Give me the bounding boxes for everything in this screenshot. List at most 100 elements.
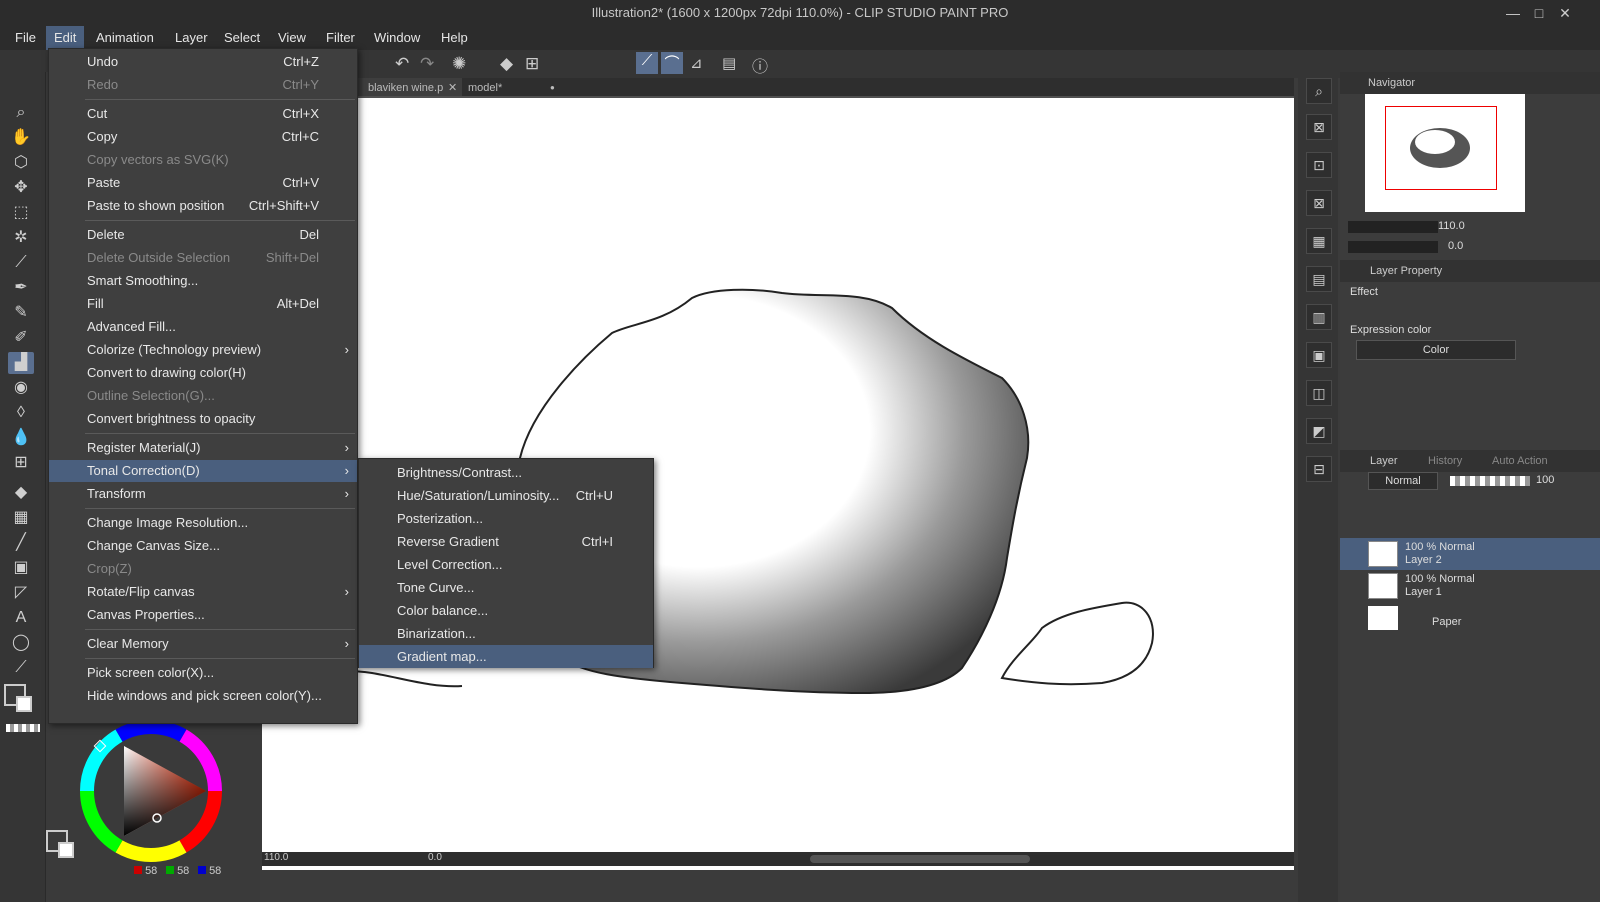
menu-canvas-properties[interactable]: Canvas Properties... bbox=[49, 604, 357, 626]
menu-brightness-contrast[interactable]: Brightness/Contrast... bbox=[359, 461, 653, 484]
eyedropper-icon[interactable]: ⟋ bbox=[8, 252, 34, 274]
menu-edit[interactable]: Edit bbox=[46, 26, 85, 50]
airbrush-icon[interactable]: ▟ bbox=[8, 352, 34, 374]
material-icon-4[interactable]: ▦ bbox=[1306, 228, 1332, 254]
zoom-slider[interactable] bbox=[1348, 221, 1438, 233]
menu-delete-outside[interactable]: Delete Outside Selection Shift+Del bbox=[49, 247, 357, 269]
layer-property-title[interactable]: Layer Property bbox=[1370, 260, 1442, 282]
menu-posterization[interactable]: Posterization... bbox=[359, 507, 653, 530]
pen-icon[interactable]: ✒ bbox=[8, 277, 34, 299]
snap-ruler-icon[interactable]: ⟋ bbox=[636, 52, 658, 74]
close-button[interactable]: ✕ bbox=[1552, 0, 1578, 26]
selection-icon[interactable]: ⬚ bbox=[8, 202, 34, 224]
menu-gradient-map[interactable]: Gradient map... bbox=[359, 645, 653, 668]
menu-delete[interactable]: Delete Del bbox=[49, 224, 357, 246]
material-icon-7[interactable]: ▣ bbox=[1306, 342, 1332, 368]
move-icon[interactable]: ✥ bbox=[8, 177, 34, 199]
menu-change-resolution[interactable]: Change Image Resolution... bbox=[49, 512, 357, 534]
tab-blaviken[interactable]: blaviken wine.p ✕ bbox=[362, 78, 462, 98]
menu-change-canvas-size[interactable]: Change Canvas Size... bbox=[49, 535, 357, 557]
hand-icon[interactable]: ✋ bbox=[8, 127, 34, 149]
menu-undo[interactable]: Undo Ctrl+Z bbox=[49, 51, 357, 73]
tab-model[interactable]: model* ● bbox=[462, 78, 562, 98]
menu-cut[interactable]: Cut Ctrl+X bbox=[49, 103, 357, 125]
maximize-button[interactable]: □ bbox=[1526, 0, 1552, 26]
menu-crop[interactable]: Crop(Z) bbox=[49, 558, 357, 580]
layer-row[interactable]: Paper bbox=[1340, 602, 1600, 634]
menu-hue-saturation[interactable]: Hue/Saturation/Luminosity... Ctrl+U bbox=[359, 484, 653, 507]
menu-colorize[interactable]: Colorize (Technology preview) › bbox=[49, 339, 357, 361]
menu-filter[interactable]: Filter bbox=[318, 26, 363, 50]
zoom-value[interactable]: 110.0 bbox=[264, 852, 288, 863]
angle-value[interactable]: 0.0 bbox=[428, 852, 442, 863]
undo-icon[interactable]: ↶ bbox=[395, 54, 409, 74]
menu-window[interactable]: Window bbox=[366, 26, 428, 50]
menu-reverse-gradient[interactable]: Reverse Gradient Ctrl+I bbox=[359, 530, 653, 553]
line-icon[interactable]: ╱ bbox=[8, 532, 34, 554]
material-icon-6[interactable]: ▥ bbox=[1306, 304, 1332, 330]
menu-pick-screen-color[interactable]: Pick screen color(X)... bbox=[49, 662, 357, 684]
tab-layer[interactable]: Layer bbox=[1370, 450, 1398, 472]
menu-hide-pick-color[interactable]: Hide windows and pick screen color(Y)... bbox=[49, 685, 357, 707]
material-icon-9[interactable]: ◩ bbox=[1306, 418, 1332, 444]
menu-tonal-correction[interactable]: Tonal Correction(D) › bbox=[49, 460, 357, 482]
menu-fill[interactable]: Fill Alt+Del bbox=[49, 293, 357, 315]
menu-register-material[interactable]: Register Material(J) › bbox=[49, 437, 357, 459]
tab-history[interactable]: History bbox=[1428, 450, 1462, 472]
menu-copy[interactable]: Copy Ctrl+C bbox=[49, 126, 357, 148]
sub-color-swatch[interactable] bbox=[16, 696, 32, 712]
layer-row[interactable]: 100 % Normal Layer 2 bbox=[1340, 538, 1600, 570]
help-icon[interactable]: ⓘ bbox=[752, 53, 768, 77]
balloon-icon[interactable]: ◯ bbox=[8, 632, 34, 654]
menu-paste[interactable]: Paste Ctrl+V bbox=[49, 172, 357, 194]
opacity-slider[interactable] bbox=[1450, 476, 1530, 486]
menu-file[interactable]: File bbox=[7, 26, 44, 50]
fill-icon[interactable]: ◆ bbox=[500, 54, 513, 74]
menu-animation[interactable]: Animation bbox=[88, 26, 162, 50]
rotate-slider[interactable] bbox=[1348, 241, 1438, 253]
navigator-preview[interactable] bbox=[1365, 94, 1525, 212]
figure-icon[interactable]: ⊞ bbox=[8, 452, 34, 474]
material-icon-5[interactable]: ▤ bbox=[1306, 266, 1332, 292]
snap-special-ruler-icon[interactable]: ⌒ bbox=[661, 52, 683, 74]
menu-color-balance[interactable]: Color balance... bbox=[359, 599, 653, 622]
pencil-icon[interactable]: ✎ bbox=[8, 302, 34, 324]
layer-row[interactable]: 100 % Normal Layer 1 bbox=[1340, 570, 1600, 602]
blend-icon[interactable]: 💧 bbox=[8, 427, 34, 449]
menu-clear-memory[interactable]: Clear Memory › bbox=[49, 633, 357, 655]
color-wheel[interactable] bbox=[78, 718, 224, 864]
redo-icon[interactable]: ↷ bbox=[420, 54, 434, 74]
eraser-icon[interactable]: ◊ bbox=[8, 402, 34, 424]
correct-line-icon[interactable]: ⟋ bbox=[8, 657, 34, 679]
material-icon-2[interactable]: ⊡ bbox=[1306, 152, 1332, 178]
menu-convert-drawing-color[interactable]: Convert to drawing color(H) bbox=[49, 362, 357, 384]
menu-transform[interactable]: Transform › bbox=[49, 483, 357, 505]
sub-color-chip[interactable] bbox=[58, 842, 74, 858]
close-icon[interactable]: ✕ bbox=[448, 78, 457, 98]
transparent-color-swatch[interactable] bbox=[6, 724, 40, 732]
minimize-button[interactable]: — bbox=[1500, 0, 1526, 26]
transform-icon[interactable]: ⊞ bbox=[525, 54, 539, 74]
opacity-value[interactable]: 100 bbox=[1536, 474, 1554, 486]
menu-outline-selection[interactable]: Outline Selection(G)... bbox=[49, 385, 357, 407]
decoration-icon[interactable]: ◉ bbox=[8, 377, 34, 399]
material-icon-8[interactable]: ◫ bbox=[1306, 380, 1332, 406]
menu-select[interactable]: Select bbox=[216, 26, 268, 50]
menu-convert-brightness[interactable]: Convert brightness to opacity bbox=[49, 408, 357, 430]
auto-select-icon[interactable]: ✲ bbox=[8, 227, 34, 249]
material-icon-1[interactable]: ⊠ bbox=[1306, 114, 1332, 140]
menu-paste-shown[interactable]: Paste to shown position Ctrl+Shift+V bbox=[49, 195, 357, 217]
brush-icon[interactable]: ✐ bbox=[8, 327, 34, 349]
zoom-icon[interactable]: ⌕ bbox=[8, 102, 34, 124]
menu-binarization[interactable]: Binarization... bbox=[359, 622, 653, 645]
material-icon-10[interactable]: ⊟ bbox=[1306, 456, 1332, 482]
fill-tool-icon[interactable]: ◆ bbox=[8, 482, 34, 504]
search-icon[interactable]: ⌕ bbox=[1306, 78, 1332, 104]
ruler-icon[interactable]: ▤ bbox=[722, 54, 736, 72]
tab-auto-action[interactable]: Auto Action bbox=[1492, 450, 1548, 472]
gradient-icon[interactable]: ▦ bbox=[8, 507, 34, 529]
expression-color-select[interactable]: Color bbox=[1356, 340, 1516, 360]
menu-copy-svg[interactable]: Copy vectors as SVG(K) bbox=[49, 149, 357, 171]
text-icon[interactable]: A bbox=[8, 607, 34, 629]
horizontal-scrollbar[interactable] bbox=[810, 855, 1030, 863]
